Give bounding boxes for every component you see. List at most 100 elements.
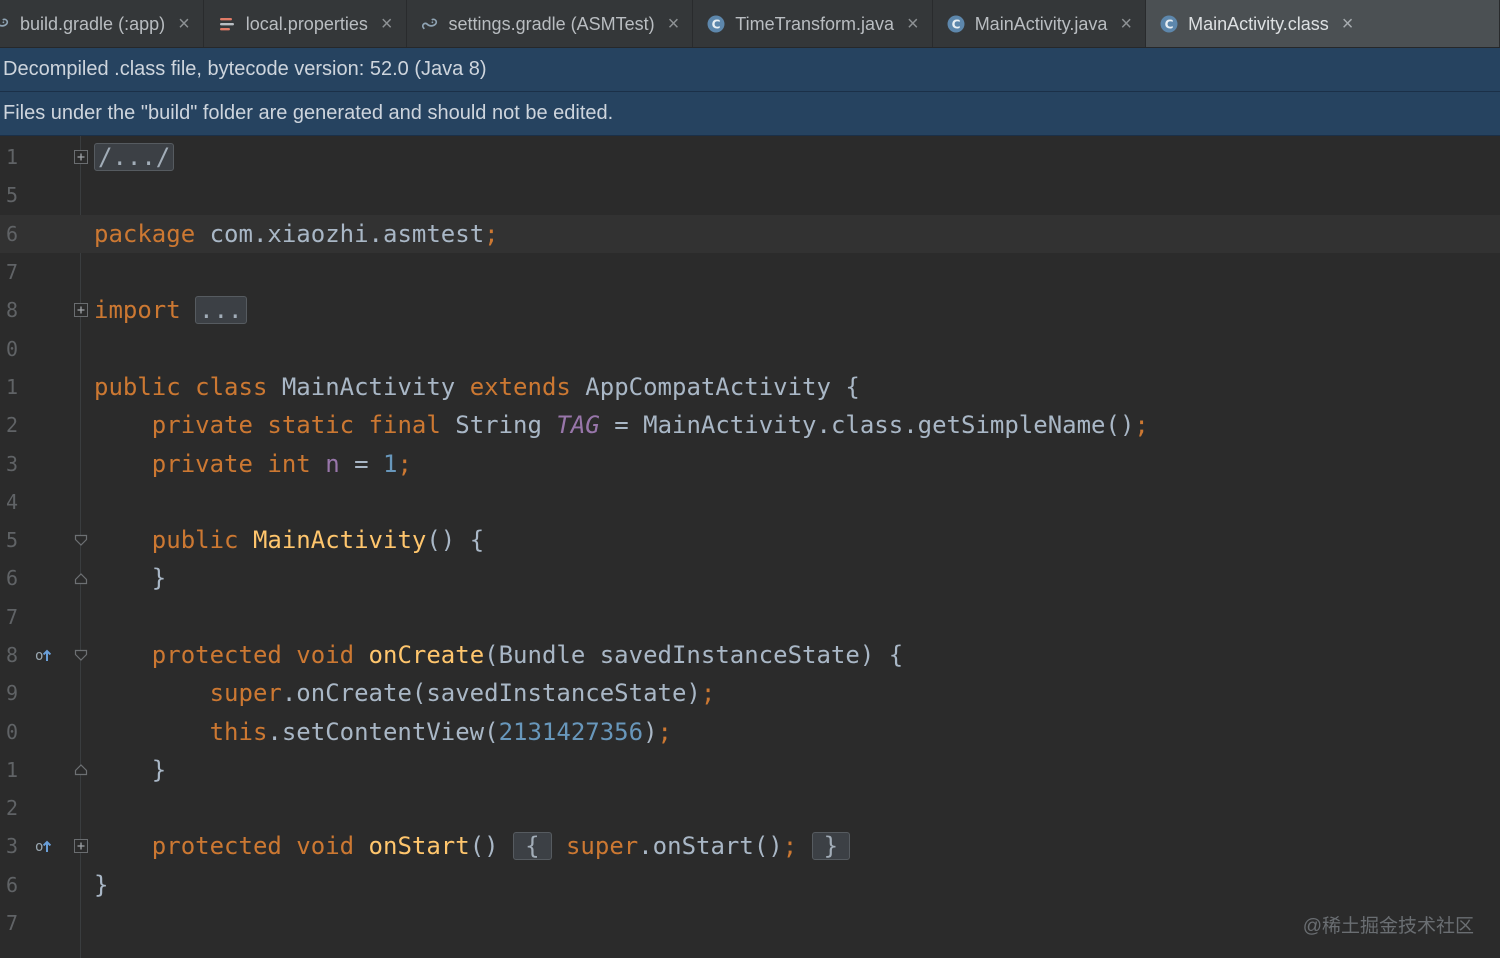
tab-local-properties[interactable]: local.properties × <box>204 0 407 47</box>
tab-build-gradle-app[interactable]: build.gradle (:app) × <box>0 0 204 47</box>
watermark: @稀土掘金技术社区 <box>1302 916 1474 937</box>
tab-mainactivity-class[interactable]: C MainActivity.class × <box>1146 0 1500 47</box>
code-line[interactable]: 8 o protected void onCreate(Bundle savedI… <box>0 636 1500 674</box>
override-method-icon[interactable]: o <box>18 643 68 667</box>
code-text: } <box>94 870 109 899</box>
line-number: 3 <box>5 451 18 476</box>
tab-label: MainActivity.class <box>1188 13 1329 34</box>
code-line[interactable]: 2 <box>0 789 1500 827</box>
tab-label: MainActivity.java <box>974 13 1108 34</box>
close-icon[interactable]: × <box>1342 14 1354 34</box>
code-line[interactable]: 2 private static final String TAG = Main… <box>0 406 1500 444</box>
code-line[interactable]: 8 import ... <box>0 291 1500 329</box>
line-number: 2 <box>5 796 18 821</box>
code-text: } <box>94 564 167 593</box>
svg-text:o: o <box>35 648 43 664</box>
code-line[interactable]: 4 <box>0 483 1500 521</box>
svg-text:o: o <box>35 839 43 855</box>
fold-plus-icon[interactable] <box>68 839 94 854</box>
fold-end-icon[interactable] <box>68 763 94 776</box>
tab-label: TimeTransform.java <box>735 13 894 34</box>
tab-timetransform-java[interactable]: C TimeTransform.java × <box>693 0 933 47</box>
tab-settings-gradle-asmtest[interactable]: settings.gradle (ASMTest) × <box>407 0 694 47</box>
code-text: public class MainActivity extends AppCom… <box>94 372 860 401</box>
close-icon[interactable]: × <box>907 14 919 34</box>
code-text: public MainActivity() { <box>151 526 485 555</box>
tab-mainactivity-java[interactable]: C MainActivity.java × <box>933 0 1147 47</box>
code-line[interactable]: 5 public MainActivity() { <box>0 521 1500 559</box>
code-line[interactable]: 0 this.setContentView(2131427356); <box>0 712 1500 750</box>
code-text: /.../ <box>94 143 175 172</box>
line-number: 5 <box>5 183 18 208</box>
notification-banners: Decompiled .class file, bytecode version… <box>0 48 1500 136</box>
fold-end-icon[interactable] <box>68 572 94 585</box>
code-line[interactable]: 1 public class MainActivity extends AppCo… <box>0 368 1500 406</box>
code-text: } <box>94 755 167 784</box>
line-number: 9 <box>5 681 18 706</box>
code-line[interactable]: 3 private int n = 1; <box>0 444 1500 482</box>
close-icon[interactable]: × <box>1120 14 1132 34</box>
fold-plus-icon[interactable] <box>68 150 94 165</box>
tab-bar: build.gradle (:app) × local.properties × set… <box>0 0 1500 48</box>
line-number: 1 <box>5 145 18 170</box>
code-text: protected void onCreate(Bundle savedInst… <box>151 641 904 669</box>
code-line[interactable]: 1 } <box>0 751 1500 789</box>
code-line[interactable]: 7 <box>0 598 1500 636</box>
tab-label: settings.gradle (ASMTest) <box>448 13 655 34</box>
properties-icon <box>217 14 237 34</box>
editor-lines: 1 /.../ 5 6 package com.xiaozhi.asmtest; 7 8 im… <box>0 138 1500 942</box>
line-number: 8 <box>5 298 18 323</box>
tab-label: local.properties <box>245 13 368 34</box>
line-number: 7 <box>5 260 18 285</box>
code-text: protected void onStart() { super.onStart… <box>94 832 851 861</box>
close-icon[interactable]: × <box>178 14 190 34</box>
close-icon[interactable]: × <box>668 14 680 34</box>
notification-banner-2: Files under the "build" folder are gener… <box>0 92 1500 136</box>
code-line[interactable]: 3 o protected void onStart() { super.onSt… <box>0 827 1500 865</box>
line-number: 7 <box>5 604 18 629</box>
editor[interactable]: 1 /.../ 5 6 package com.xiaozhi.asmtest; 7 8 im… <box>0 136 1500 958</box>
code-text: private static final String TAG = MainAc… <box>151 411 1149 440</box>
fold-plus-icon[interactable] <box>68 303 94 318</box>
code-line[interactable]: 6 package com.xiaozhi.asmtest; <box>0 214 1500 253</box>
code-line[interactable]: 0 <box>0 329 1500 367</box>
line-number: 6 <box>5 872 18 897</box>
svg-text:C: C <box>951 17 960 31</box>
code-text: import ... <box>94 296 247 325</box>
line-number: 0 <box>5 719 18 744</box>
code-line[interactable]: 1 /.../ <box>0 138 1500 176</box>
code-line[interactable]: 7 <box>0 253 1500 291</box>
java-class-icon: C <box>706 14 726 34</box>
line-number: 0 <box>5 336 18 361</box>
svg-text:C: C <box>1165 17 1174 31</box>
code-text: private int n = 1; <box>151 449 412 478</box>
code-line[interactable]: 6 } <box>0 559 1500 597</box>
code-line[interactable]: 7 <box>0 904 1500 942</box>
line-number: 6 <box>5 566 18 591</box>
code-text: super.onCreate(savedInstanceState); <box>209 679 716 708</box>
code-line[interactable]: 6} <box>0 866 1500 904</box>
tab-label: build.gradle (:app) <box>20 13 166 34</box>
svg-text:C: C <box>712 17 721 31</box>
java-class-icon: C <box>946 14 966 34</box>
fold-start-icon[interactable] <box>68 649 94 662</box>
line-number: 6 <box>5 221 18 246</box>
line-number: 8 <box>5 643 18 667</box>
code-text: this.setContentView(2131427356); <box>209 717 672 746</box>
line-number: 2 <box>5 413 18 438</box>
line-number: 4 <box>5 489 18 514</box>
ide-window: build.gradle (:app) × local.properties × set… <box>0 0 1500 958</box>
line-number: 3 <box>5 834 18 859</box>
java-class-icon: C <box>1159 14 1179 34</box>
close-icon[interactable]: × <box>381 14 393 34</box>
line-number: 7 <box>5 911 18 936</box>
line-number: 1 <box>5 374 18 399</box>
code-line[interactable]: 5 <box>0 176 1500 214</box>
code-line[interactable]: 9 super.onCreate(savedInstanceState); <box>0 674 1500 712</box>
override-method-icon[interactable]: o <box>18 834 68 858</box>
notification-banner-1: Decompiled .class file, bytecode version… <box>0 48 1500 92</box>
gradle-icon <box>0 14 11 34</box>
gradle-icon <box>420 14 440 34</box>
line-number: 1 <box>5 757 18 782</box>
fold-start-icon[interactable] <box>68 534 94 547</box>
